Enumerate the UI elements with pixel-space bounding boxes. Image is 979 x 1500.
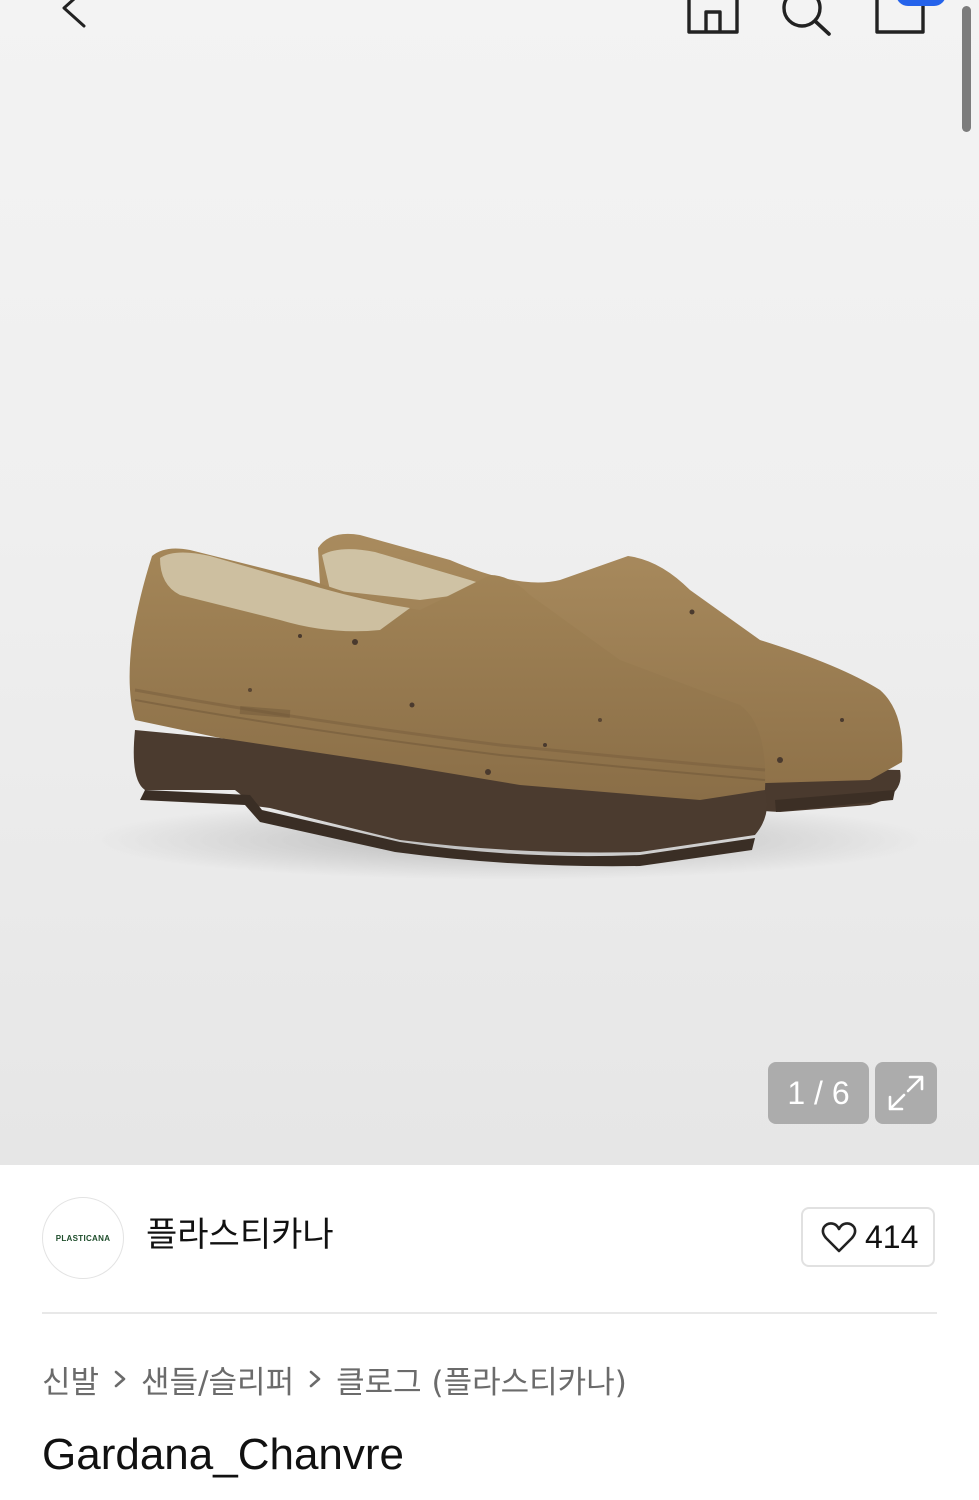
breadcrumb-item-clog[interactable]: 클로그 (플라스티카나) — [336, 1357, 627, 1402]
breadcrumb-item-sandals-slippers[interactable]: 샌들/슬리퍼 — [141, 1357, 294, 1402]
home-button[interactable] — [684, 0, 740, 40]
chevron-right-icon — [113, 1368, 127, 1390]
back-button[interactable] — [50, 0, 106, 40]
brand-logo-text: PLASTICANA — [55, 1233, 111, 1243]
expand-image-button[interactable] — [875, 1062, 937, 1124]
image-counter: 1 / 6 — [768, 1062, 869, 1124]
breadcrumb: 신발 샌들/슬리퍼 클로그 (플라스티카나) — [42, 1356, 627, 1402]
brand-row: PLASTICANA 플라스티카나 414 — [0, 1165, 979, 1313]
home-icon — [687, 0, 739, 34]
product-title: Gardana_Chanvre — [42, 1430, 405, 1479]
cart-count-badge: 10 — [896, 0, 946, 6]
product-page: 1 / 6 PLASTICANA 플라스티카나 414 신발 샌들/슬리퍼 클로… — [0, 0, 979, 1500]
brand-name-link[interactable]: 플라스티카나 — [146, 1211, 334, 1259]
brand-logo[interactable]: PLASTICANA — [42, 1197, 124, 1279]
like-button[interactable]: 414 — [801, 1207, 935, 1267]
like-count: 414 — [865, 1219, 919, 1255]
product-image[interactable] — [0, 0, 979, 1165]
breadcrumb-item-shoes[interactable]: 신발 — [42, 1357, 99, 1402]
expand-icon — [888, 1075, 924, 1111]
chevron-right-icon — [308, 1368, 322, 1390]
search-icon — [782, 0, 831, 36]
shopping-bag-icon — [875, 0, 925, 34]
heart-icon — [821, 1222, 857, 1253]
scrollbar-thumb[interactable] — [962, 6, 971, 132]
top-navigation-bar: 10 — [0, 0, 979, 40]
search-button[interactable] — [776, 0, 832, 40]
chevron-left-icon — [62, 0, 86, 28]
product-image-gallery[interactable]: 1 / 6 — [0, 0, 979, 1165]
cart-button[interactable]: 10 — [872, 0, 946, 40]
section-divider — [42, 1312, 937, 1314]
